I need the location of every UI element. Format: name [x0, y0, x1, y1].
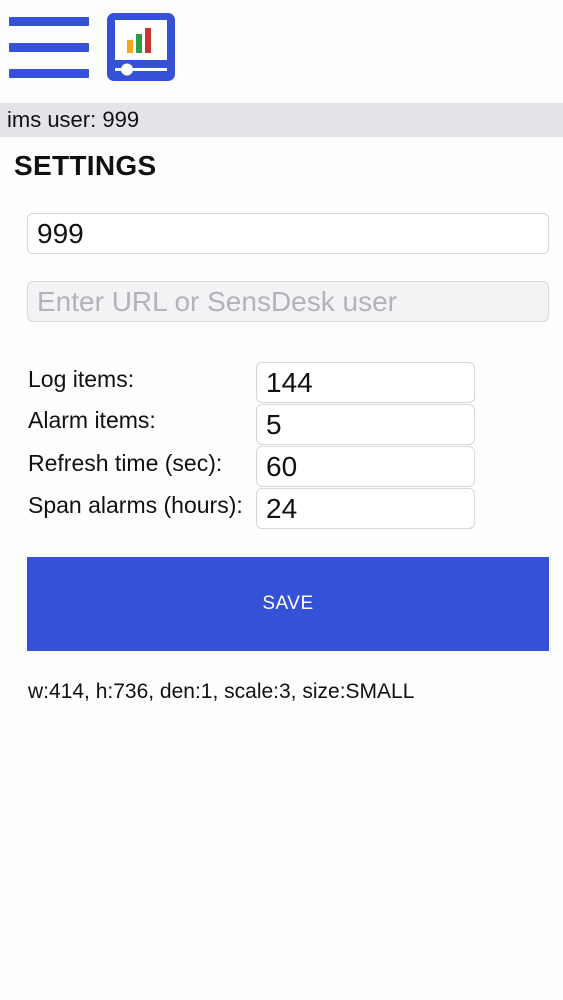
- log-items-label: Log items:: [28, 366, 135, 392]
- hamburger-menu-icon[interactable]: [9, 17, 89, 79]
- user-status-bar: ims user: 999: [0, 103, 563, 137]
- span-alarms-label: Span alarms (hours):: [28, 492, 243, 518]
- menu-bar: [9, 17, 89, 26]
- url-field[interactable]: [27, 281, 549, 322]
- refresh-time-label: Refresh time (sec):: [28, 450, 223, 476]
- chart-monitor-icon[interactable]: [107, 13, 175, 81]
- device-info-text: w:414, h:736, den:1, scale:3, size:SMALL: [28, 680, 415, 703]
- menu-bar: [9, 69, 89, 78]
- alarm-items-input[interactable]: [256, 404, 475, 445]
- save-button[interactable]: SAVE: [27, 557, 549, 651]
- app-header: [0, 0, 563, 103]
- page-title: SETTINGS: [14, 150, 157, 181]
- span-alarms-input[interactable]: [256, 488, 475, 529]
- user-field[interactable]: [27, 213, 549, 254]
- menu-bar: [9, 43, 89, 52]
- alarm-items-label: Alarm items:: [28, 407, 156, 433]
- refresh-time-input[interactable]: [256, 446, 475, 487]
- log-items-input[interactable]: [256, 362, 475, 403]
